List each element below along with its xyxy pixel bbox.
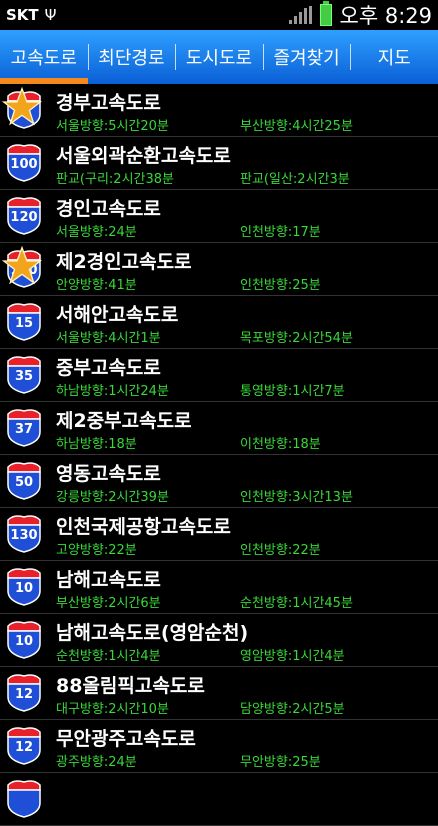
direction-time-2: 목포방향:2시간54분 <box>240 331 353 346</box>
tab-label: 고속도로 <box>10 48 77 69</box>
usb-icon: Ψ <box>44 6 57 24</box>
highway-name: 경부고속도로 <box>56 92 161 114</box>
highway-shield-icon: 100 <box>4 141 44 183</box>
list-item[interactable]: 10 남해고속도로 부산방향:2시간6분 순천방향:1시간45분 <box>0 561 438 614</box>
direction-time-1: 서울방향:5시간20분 <box>56 119 169 134</box>
highway-name: 경인고속도로 <box>56 198 161 220</box>
highway-name: 무안광주고속도로 <box>56 728 196 750</box>
direction-time-1: 광주방향:24분 <box>56 755 137 770</box>
highway-name: 88올림픽고속도로 <box>56 675 205 697</box>
highway-name: 영동고속도로 <box>56 463 161 485</box>
route-number: 120 <box>10 210 38 225</box>
highway-shield-icon: 130 <box>4 512 44 554</box>
highway-shield-icon: 35 <box>4 353 44 395</box>
clock: 오후 8:29 <box>339 4 432 28</box>
direction-time-2: 영암방향:1시간4분 <box>240 649 345 664</box>
highway-shield-icon: 12 <box>4 724 44 766</box>
list-item[interactable] <box>0 773 438 826</box>
direction-time-2: 이천방향:18분 <box>240 437 321 452</box>
highway-name: 인천국제공항고속도로 <box>56 516 231 538</box>
list-item[interactable]: 12 무안광주고속도로 광주방향:24분 무안방향:25분 <box>0 720 438 773</box>
direction-time-2: 인천방향:22분 <box>240 543 321 558</box>
list-item[interactable]: 120 경인고속도로 서울방향:24분 인천방향:17분 <box>0 190 438 243</box>
direction-time-2: 순천방향:1시간45분 <box>240 596 353 611</box>
list-item[interactable]: 10 남해고속도로(영암순천) 순천방향:1시간4분 영암방향:1시간4분 <box>0 614 438 667</box>
tab-label: 지도 <box>377 48 411 69</box>
carrier-label: SKT <box>6 6 39 24</box>
highway-shield-icon: 120 <box>4 194 44 236</box>
direction-time-2: 부산방향:4시간25분 <box>240 119 353 134</box>
route-number: 15 <box>14 316 34 331</box>
direction-time-2: 인천방향:3시간13분 <box>240 490 353 505</box>
list-item[interactable]: 50 영동고속도로 강릉방향:2시간39분 인천방향:3시간13분 <box>0 455 438 508</box>
route-number: 50 <box>14 475 34 490</box>
highway-name: 서해안고속도로 <box>56 304 179 326</box>
highway-shield-icon <box>4 777 44 819</box>
route-number: 100 <box>10 157 38 172</box>
direction-time-2: 인천방향:17분 <box>240 225 321 240</box>
list-item[interactable]: 35 중부고속도로 하남방향:1시간24분 통영방향:1시간7분 <box>0 349 438 402</box>
direction-time-1: 서울방향:4시간1분 <box>56 331 161 346</box>
list-item[interactable]: 130 인천국제공항고속도로 고양방향:22분 인천방향:22분 <box>0 508 438 561</box>
direction-time-2: 판교(일산:2시간3분 <box>240 172 350 187</box>
direction-time-1: 고양방향:22분 <box>56 543 137 558</box>
tab-label: 도시도로 <box>185 48 253 69</box>
list-item[interactable]: 12 88올림픽고속도로 대구방향:2시간10분 담양방향:2시간5분 <box>0 667 438 720</box>
direction-time-1: 순천방향:1시간4분 <box>56 649 161 664</box>
highway-name: 남해고속도로(영암순천) <box>56 622 249 644</box>
tab-favorites[interactable]: 즐겨찾기 <box>262 30 351 84</box>
list-item[interactable]: 37 제2중부고속도로 하남방향:18분 이천방향:18분 <box>0 402 438 455</box>
direction-time-2: 통영방향:1시간7분 <box>240 384 345 399</box>
list-item[interactable]: 100 서울외곽순환고속도로 판교(구리:2시간38분 판교(일산:2시간3분 <box>0 137 438 190</box>
battery-icon <box>319 1 332 26</box>
tab-highway[interactable]: 고속도로 <box>0 30 88 84</box>
highway-shield-icon: 15 <box>4 300 44 342</box>
status-right: 오후 8:29 <box>288 0 432 30</box>
list-item[interactable]: 1 경부고속도로 서울방향:5시간20분 부산방향:4시간25분 <box>0 84 438 137</box>
favorite-star-icon[interactable] <box>2 245 42 287</box>
route-number: 37 <box>14 422 34 437</box>
route-number: 35 <box>14 369 34 384</box>
route-number: 12 <box>14 740 34 755</box>
route-number: 12 <box>14 687 34 702</box>
highway-shield-icon: 10 <box>4 618 44 660</box>
tab-label: 최단경로 <box>98 48 165 69</box>
direction-time-2: 인천방향:25분 <box>240 278 321 293</box>
direction-time-1: 대구방향:2시간10분 <box>56 702 169 717</box>
tab-city-road[interactable]: 도시도로 <box>175 30 263 84</box>
highway-name: 남해고속도로 <box>56 569 161 591</box>
highway-shield-icon: 12 <box>4 671 44 713</box>
highway-name: 제2경인고속도로 <box>56 251 192 273</box>
list-item[interactable]: 15 서해안고속도로 서울방향:4시간1분 목포방향:2시간54분 <box>0 296 438 349</box>
route-number: 10 <box>14 581 34 596</box>
list-item[interactable]: 110 제2경인고속도로 안양방향:41분 인천방향:25분 <box>0 243 438 296</box>
tab-shortest-route[interactable]: 최단경로 <box>87 30 176 84</box>
tab-map[interactable]: 지도 <box>350 30 438 84</box>
favorite-star-icon[interactable] <box>2 86 42 128</box>
highway-shield-icon: 10 <box>4 565 44 607</box>
tab-bar: 고속도로 최단경로 도시도로 즐겨찾기 지도 <box>0 30 438 84</box>
highway-shield-icon: 50 <box>4 459 44 501</box>
direction-time-2: 담양방향:2시간5분 <box>240 702 345 717</box>
highway-shield-icon: 110 <box>2 245 44 289</box>
direction-time-1: 서울방향:24분 <box>56 225 137 240</box>
signal-icon <box>288 6 312 24</box>
direction-time-1: 부산방향:2시간6분 <box>56 596 161 611</box>
status-bar: SKT Ψ 오후 8:29 <box>0 0 438 30</box>
highway-name: 중부고속도로 <box>56 357 161 379</box>
direction-time-1: 강릉방향:2시간39분 <box>56 490 169 505</box>
highway-shield-icon: 37 <box>4 406 44 448</box>
highway-name: 서울외곽순환고속도로 <box>56 145 231 167</box>
route-number: 130 <box>10 528 38 543</box>
highway-name: 제2중부고속도로 <box>56 410 192 432</box>
route-number: 10 <box>14 634 34 649</box>
direction-time-1: 안양방향:41분 <box>56 278 137 293</box>
highway-list: 1 경부고속도로 서울방향:5시간20분 부산방향:4시간25분 100 서울외… <box>0 84 438 826</box>
direction-time-2: 무안방향:25분 <box>240 755 321 770</box>
highway-shield-icon: 1 <box>2 86 44 130</box>
direction-time-1: 하남방향:1시간24분 <box>56 384 169 399</box>
tab-label: 즐겨찾기 <box>273 48 340 69</box>
direction-time-1: 하남방향:18분 <box>56 437 137 452</box>
direction-time-1: 판교(구리:2시간38분 <box>56 172 174 187</box>
